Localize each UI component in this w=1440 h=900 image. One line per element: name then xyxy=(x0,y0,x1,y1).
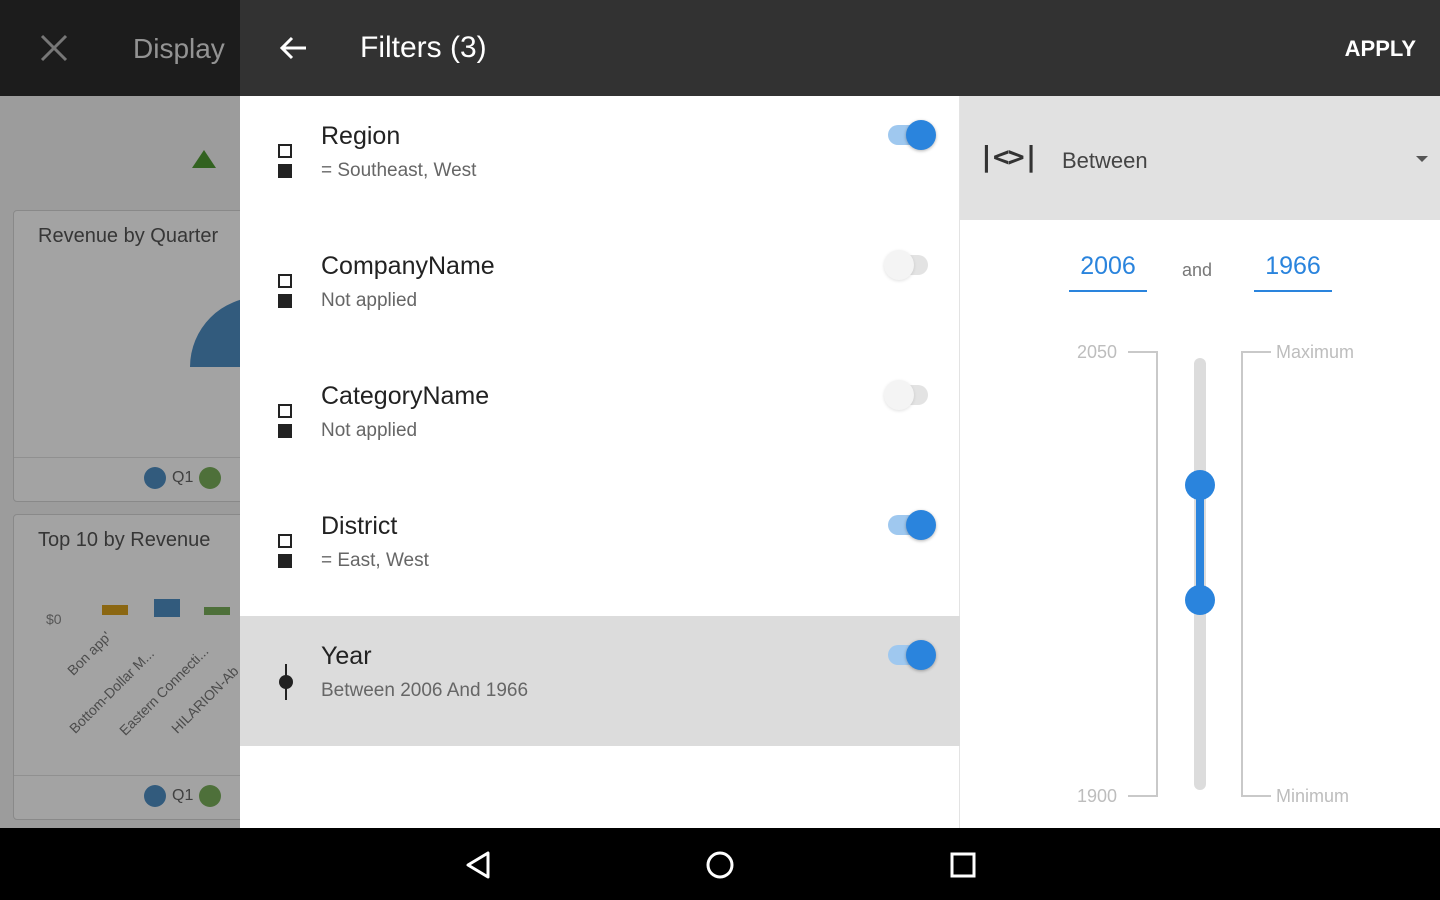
between-icon: |<>| xyxy=(978,140,1039,173)
filter-item-categoryname[interactable]: CategoryName Not applied xyxy=(240,356,960,486)
range-from-input[interactable]: 2006 xyxy=(1069,252,1147,292)
filter-list: Region = Southeast, West CompanyName Not… xyxy=(240,96,960,828)
scale-min-value: 1900 xyxy=(1077,786,1118,806)
filter-name: District xyxy=(321,512,398,540)
filter-summary: = Southeast, West xyxy=(321,160,477,181)
filter-summary: Not applied xyxy=(321,290,418,311)
chevron-down-icon xyxy=(1416,156,1428,162)
filter-toggle-district[interactable] xyxy=(888,510,936,540)
page-title: Filters (3) xyxy=(360,31,487,64)
range-editor: |<>| Between 2006 and 1966 2050 1900 Max… xyxy=(960,96,1440,828)
list-filter-icon xyxy=(278,144,292,178)
filter-item-companyname[interactable]: CompanyName Not applied xyxy=(240,226,960,356)
scale-max-value: 2050 xyxy=(1077,342,1118,362)
filter-toggle-year[interactable] xyxy=(888,640,936,670)
filter-summary: Not applied xyxy=(321,420,418,441)
filter-toggle-companyname[interactable] xyxy=(884,250,934,280)
nav-back-icon[interactable] xyxy=(462,848,496,882)
range-slider-upper-handle[interactable] xyxy=(1185,469,1215,500)
filter-name: CompanyName xyxy=(321,252,495,280)
system-navigation-bar xyxy=(0,828,1440,900)
filter-toggle-region[interactable] xyxy=(888,120,936,150)
range-filter-icon xyxy=(279,664,293,700)
maximum-label: Maximum xyxy=(1276,342,1355,362)
nav-home-icon[interactable] xyxy=(703,848,737,882)
list-filter-icon xyxy=(278,404,292,438)
filters-header: Filters (3) APPLY xyxy=(240,0,1440,96)
filter-name: CategoryName xyxy=(321,382,490,410)
filter-item-year[interactable]: Year Between 2006 And 1966 xyxy=(240,616,960,746)
scale-bracket-left xyxy=(1128,351,1158,797)
filter-name: Year xyxy=(321,642,372,670)
range-and-label: and xyxy=(1182,260,1213,280)
filter-item-district[interactable]: District = East, West xyxy=(240,486,960,616)
nav-recents-icon[interactable] xyxy=(946,848,980,882)
minimum-label: Minimum xyxy=(1276,786,1350,806)
filter-summary: = East, West xyxy=(321,550,429,571)
list-filter-icon xyxy=(278,274,292,308)
filters-panel: Filters (3) APPLY Region = Southeast, We… xyxy=(240,0,1440,828)
scale-bracket-right xyxy=(1241,351,1271,797)
apply-button[interactable]: APPLY xyxy=(1345,36,1416,62)
filter-item-region[interactable]: Region = Southeast, West xyxy=(240,96,960,226)
list-filter-icon xyxy=(278,534,292,568)
filter-summary: Between 2006 And 1966 xyxy=(321,680,529,701)
filter-toggle-categoryname[interactable] xyxy=(884,380,934,410)
operator-label: Between xyxy=(1062,148,1148,173)
range-slider-lower-handle[interactable] xyxy=(1185,584,1215,615)
filter-name: Region xyxy=(321,122,401,150)
operator-dropdown[interactable]: |<>| Between xyxy=(960,96,1440,220)
range-slider-fill xyxy=(1196,484,1204,600)
back-arrow-icon[interactable] xyxy=(276,30,312,66)
scrim[interactable] xyxy=(0,0,240,828)
range-to-input[interactable]: 1966 xyxy=(1254,252,1332,292)
